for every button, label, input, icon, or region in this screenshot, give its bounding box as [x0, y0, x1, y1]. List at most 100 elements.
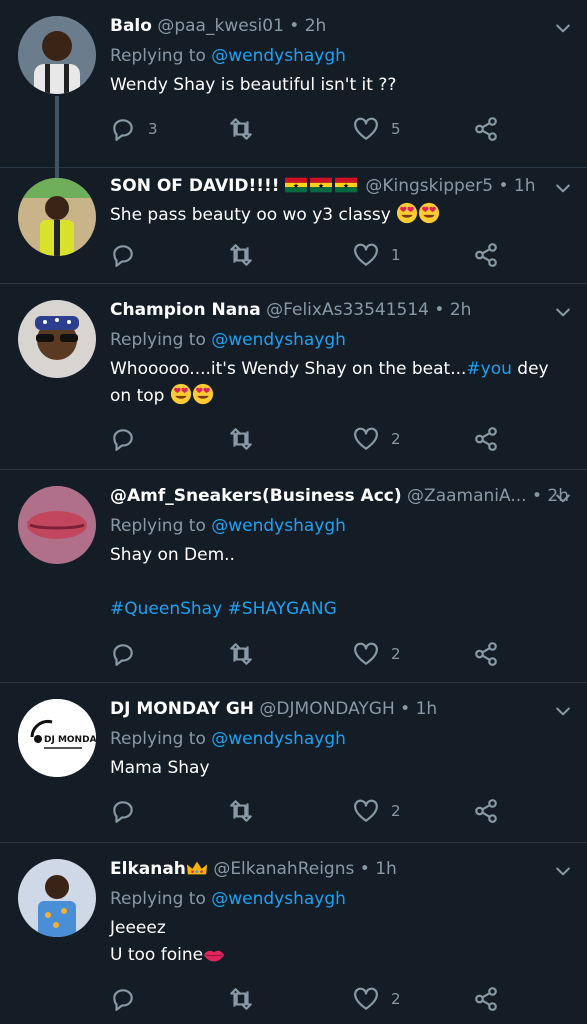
like-button[interactable]: 5 — [353, 115, 401, 143]
timestamp[interactable]: 1h — [375, 859, 397, 879]
tweet-text-body: She pass beauty oo wo y3 classy — [110, 205, 391, 225]
retweet-button[interactable] — [228, 640, 254, 668]
tweet-header: DJ MONDAY GH @DJMONDAYGH • 1h — [110, 697, 571, 721]
separator-dot: • — [289, 16, 300, 36]
replying-to: Replying to @wendyshaygh — [110, 514, 571, 538]
like-button[interactable]: 2 — [353, 640, 401, 668]
display-name[interactable]: Champion Nana — [110, 300, 261, 320]
share-button[interactable] — [473, 797, 499, 825]
like-button[interactable]: 2 — [353, 797, 401, 825]
reply-button[interactable] — [110, 797, 136, 825]
avatar[interactable] — [18, 16, 96, 94]
reply-button[interactable] — [110, 425, 136, 453]
tweet-header: Balo @paa_kwesi01 • 2h — [110, 14, 571, 38]
reply-button[interactable] — [110, 985, 136, 1013]
display-name[interactable]: @Amf_Sneakers(Business Acc) — [110, 486, 402, 506]
tweet-champion-nana[interactable]: Champion Nana @FelixAs33541514 • 2h Repl… — [0, 284, 587, 470]
ghana-flag-icon — [285, 177, 307, 193]
display-name[interactable]: DJ MONDAY GH — [110, 699, 254, 719]
reply-icon — [110, 986, 136, 1012]
reply-button[interactable]: 3 — [110, 115, 158, 143]
share-button[interactable] — [473, 425, 499, 453]
retweet-button[interactable] — [228, 425, 254, 453]
chevron-down-icon[interactable] — [553, 701, 573, 721]
like-button[interactable]: 2 — [353, 985, 401, 1013]
heart-icon — [353, 986, 379, 1012]
chevron-down-icon[interactable] — [553, 488, 573, 508]
avatar[interactable] — [18, 178, 96, 256]
share-icon — [473, 798, 499, 824]
retweet-button[interactable] — [228, 797, 254, 825]
heart-icon — [353, 798, 379, 824]
tweet-header: SON OF DAVID!!!! @Kingskipper5 • 1h — [110, 174, 571, 198]
share-button[interactable] — [473, 241, 499, 269]
timestamp[interactable]: 1h — [416, 699, 438, 719]
timestamp[interactable]: 1h — [514, 176, 536, 196]
avatar[interactable] — [18, 300, 96, 378]
tweet-text-line: U too foine — [110, 942, 571, 969]
user-handle[interactable]: @Kingskipper5 — [365, 176, 493, 196]
retweet-button[interactable] — [228, 985, 254, 1013]
user-handle[interactable]: @DJMONDAYGH — [259, 699, 394, 719]
retweet-button[interactable] — [228, 115, 254, 143]
tweet-text: She pass beauty oo wo y3 classy — [110, 202, 571, 229]
retweet-icon — [228, 242, 254, 268]
mention-link[interactable]: @wendyshaygh — [211, 330, 346, 350]
mention-link[interactable]: @wendyshaygh — [211, 889, 346, 909]
display-name[interactable]: Balo — [110, 16, 152, 36]
action-bar: 3 5 — [110, 115, 500, 143]
chevron-down-icon[interactable] — [553, 861, 573, 881]
heart-eyes-emoji-icon — [192, 383, 214, 405]
timestamp[interactable]: 2h — [450, 300, 472, 320]
ghana-flag-icon — [335, 177, 357, 193]
hashtag-links[interactable]: #QueenShay #SHAYGANG — [110, 596, 571, 623]
tweet-text: Whooooo....it's Wendy Shay on the beat..… — [110, 356, 571, 410]
display-name[interactable]: SON OF DAVID!!!! — [110, 176, 280, 196]
share-icon — [473, 116, 499, 142]
avatar[interactable] — [18, 486, 96, 564]
like-count: 2 — [391, 430, 401, 448]
avatar[interactable] — [18, 859, 96, 937]
separator-dot: • — [359, 859, 370, 879]
like-count: 5 — [391, 120, 401, 138]
chevron-down-icon[interactable] — [553, 178, 573, 198]
tweet-text: Mama Shay — [110, 758, 210, 778]
retweet-icon — [228, 986, 254, 1012]
tweet-son-of-david[interactable]: SON OF DAVID!!!! @Kingskipper5 • 1h She … — [0, 168, 587, 284]
reply-button[interactable] — [110, 640, 136, 668]
display-name[interactable]: Elkanah — [110, 859, 186, 879]
like-button[interactable]: 2 — [353, 425, 401, 453]
tweet-amf-sneakers[interactable]: @Amf_Sneakers(Business Acc) @ZaamaniA...… — [0, 470, 587, 683]
user-handle[interactable]: @FelixAs33541514 — [266, 300, 429, 320]
mention-link[interactable]: @wendyshaygh — [211, 46, 346, 66]
avatar[interactable]: DJ MONDAY — [18, 699, 96, 777]
timestamp[interactable]: 2h — [305, 16, 327, 36]
hashtag-link[interactable]: #you — [466, 359, 511, 379]
like-button[interactable]: 1 — [353, 241, 401, 269]
reply-button[interactable] — [110, 241, 136, 269]
like-count: 2 — [391, 802, 401, 820]
reply-prefix: Replying to — [110, 516, 206, 536]
replying-to: Replying to @wendyshaygh — [110, 328, 571, 352]
retweet-button[interactable] — [228, 241, 254, 269]
chevron-down-icon[interactable] — [553, 302, 573, 322]
share-button[interactable] — [473, 640, 499, 668]
share-button[interactable] — [473, 115, 499, 143]
user-handle[interactable]: @ZaamaniA... — [407, 486, 527, 506]
tweet-dj-monday[interactable]: DJ MONDAY DJ MONDAY GH @DJMONDAYGH • 1h … — [0, 683, 587, 843]
tweet-balo[interactable]: Balo @paa_kwesi01 • 2h Replying to @wend… — [0, 0, 587, 178]
like-count: 2 — [391, 645, 401, 663]
tweet-text-body: Whooooo....it's Wendy Shay on the beat..… — [110, 359, 467, 379]
share-button[interactable] — [473, 985, 499, 1013]
tweet-elkanah[interactable]: Elkanah @ElkanahReigns • 1h Replying to … — [0, 843, 587, 1024]
share-icon — [473, 641, 499, 667]
user-handle[interactable]: @paa_kwesi01 — [157, 16, 284, 36]
action-bar: 2 — [110, 640, 500, 668]
ghana-flag-icon — [310, 177, 332, 193]
chevron-down-icon[interactable] — [553, 18, 573, 38]
heart-icon — [353, 242, 379, 268]
user-handle[interactable]: @ElkanahReigns — [213, 859, 354, 879]
mention-link[interactable]: @wendyshaygh — [211, 516, 346, 536]
mention-link[interactable]: @wendyshaygh — [211, 729, 346, 749]
kiss-mark-emoji-icon — [203, 948, 225, 962]
